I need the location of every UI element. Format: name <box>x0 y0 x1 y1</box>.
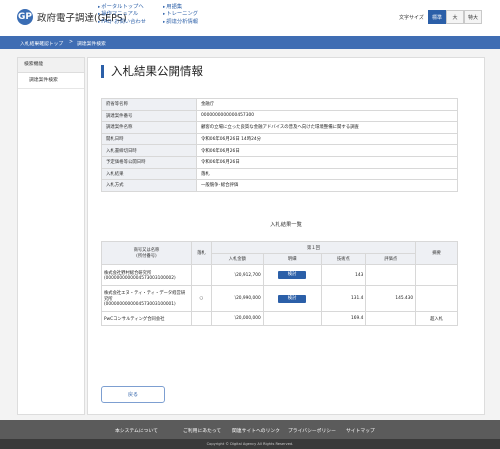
col-score-header: 評価点 <box>365 253 417 265</box>
table-row: 株式会社野村総合研究所 (0000000000004573003100002) \… <box>101 264 458 286</box>
col-amount-header: 入札金額 <box>210 253 264 265</box>
detail-cell: 検討 <box>262 285 322 312</box>
tech-score-cell: 143 <box>320 264 367 286</box>
tech-score-cell: 169.4 <box>320 311 367 326</box>
company-name: 株式会社エヌ・ティ・ティ・データ経営研究所 <box>104 291 186 302</box>
main-content: 入札結果公開情報 府省等名称 金融庁 調達案件番号 0000000000000457… <box>87 57 485 415</box>
note-cell <box>415 285 458 312</box>
info-label: 開札日時 <box>101 132 197 146</box>
footer-terms-link[interactable]: ご利用にあたって <box>183 427 221 434</box>
info-label: 調達案件名称 <box>101 121 197 134</box>
footer-sitemap-link[interactable]: サイトマップ <box>346 427 375 434</box>
round-header: 第１回 <box>210 241 417 254</box>
tech-score-cell: 131.4 <box>320 285 367 312</box>
header-links-primary: ポータルトップへ 操作マニュアル FAQ･お問い合わせ <box>98 4 146 26</box>
company-code: (0000000000004573003100002) <box>104 275 176 281</box>
back-button[interactable]: 戻る <box>101 386 165 403</box>
footer-related-link[interactable]: 関連サイトへのリンク <box>232 427 280 434</box>
col-company-sublabel: (所付番号) <box>136 254 157 259</box>
info-value: 令和06年06月26日 <box>196 155 458 169</box>
breadcrumb: 入札結果確認トップ > 調達案件検索 <box>0 36 500 49</box>
footer-privacy-link[interactable]: プライバシーポリシー <box>288 427 336 434</box>
info-value: 令和06年06月26日 <box>196 144 458 157</box>
detail-cell <box>262 311 322 326</box>
breadcrumb-current: 調達案件検索 <box>77 42 106 47</box>
font-size-standard-button[interactable]: 標準 <box>428 10 446 24</box>
info-value: 令和06年06月26日 14時24分 <box>196 132 458 146</box>
detail-button[interactable]: 検討 <box>278 271 307 279</box>
info-value: 落札 <box>196 167 458 181</box>
case-info-table: 府省等名称 金融庁 調達案件番号 0000000000000457300 調達案件名… <box>101 98 458 192</box>
info-label: 入札結果 <box>101 167 197 181</box>
results-heading: 入札結果一覧 <box>270 222 302 228</box>
eval-score-cell <box>365 311 417 326</box>
col-winner-header: 落札 <box>190 241 212 265</box>
faq-link[interactable]: FAQ･お問い合わせ <box>98 19 146 26</box>
note-cell <box>415 264 458 286</box>
info-row: 調達案件番号 0000000000000457300 <box>101 109 458 123</box>
info-value: 0000000000000457300 <box>196 109 458 123</box>
info-value: 金融庁 <box>196 98 458 111</box>
col-tech-header: 技術点 <box>320 253 367 265</box>
winner-cell: ○ <box>190 285 212 312</box>
geps-logo-icon: GP <box>17 9 33 25</box>
footer-about-link[interactable]: 本システムについて <box>115 427 158 434</box>
copyright: Copyright © Digital Agency All Rights Re… <box>0 439 500 449</box>
info-row: 開札日時 令和06年06月26日 14時24分 <box>101 132 458 146</box>
company-code: (0000000000004573003100001) <box>104 302 176 307</box>
info-row: 入札結果 落札 <box>101 167 458 181</box>
font-size-large-button[interactable]: 大 <box>446 10 464 24</box>
header-links-secondary: 用語集 トレーニング 調達分析情報 <box>163 4 198 26</box>
info-value: 一般競争･総合評価 <box>196 179 458 192</box>
bid-results-table: 商号又は名称 (所付番号) 落札 第１回 摘要 入札金額 明細 技術点 評価点 … <box>101 241 458 326</box>
info-row: 府省等名称 金融庁 <box>101 98 458 111</box>
breadcrumb-separator: > <box>69 40 74 45</box>
info-label: 入札書締切日時 <box>101 144 197 157</box>
info-row: 予定価格等公開日時 令和06年06月26日 <box>101 155 458 169</box>
detail-button[interactable]: 検討 <box>278 294 307 303</box>
sidebar: 検索機能 調達案件検索 <box>17 57 85 415</box>
font-size-xlarge-button[interactable]: 特大 <box>464 10 482 24</box>
table-row: 株式会社エヌ・ティ・ティ・データ経営研究所 (000000000000457300… <box>101 285 458 312</box>
info-row: 入札方式 一般競争･総合評価 <box>101 179 458 192</box>
table-row: PwCコンサルティング合同会社 \20,000,000 169.4 超入札 <box>101 311 458 326</box>
font-size-label: 文字サイズ <box>399 15 424 21</box>
manual-link[interactable]: 操作マニュアル <box>98 11 146 18</box>
info-row: 入札書締切日時 令和06年06月26日 <box>101 144 458 157</box>
footer-nav: 本システムについて ご利用にあたって 関連サイトへのリンク プライバシーポリシー… <box>0 420 500 439</box>
company-name: PwCコンサルティング合同会社 <box>104 316 165 322</box>
eval-score-cell <box>365 264 417 286</box>
note-cell: 超入札 <box>415 311 458 326</box>
winner-cell <box>190 311 212 326</box>
company-cell: 株式会社エヌ・ティ・ティ・データ経営研究所 (000000000000457300… <box>101 285 192 312</box>
company-cell: PwCコンサルティング合同会社 <box>101 311 192 326</box>
info-row: 調達案件名称 顧客の立場に立った良質な金融アドバイスの普及へ向けた環境整備に関する… <box>101 121 458 134</box>
sidebar-item-search[interactable]: 調達案件検索 <box>18 73 84 89</box>
detail-cell: 検討 <box>262 264 322 286</box>
eval-score-cell: 145.430 <box>365 285 417 312</box>
company-cell: 株式会社野村総合研究所 (0000000000004573003100002) <box>101 264 192 286</box>
info-label: 府省等名称 <box>101 98 197 111</box>
site-header: GP 政府電子調達(GEPS) ポータルトップへ 操作マニュアル FAQ･お問い… <box>0 0 500 36</box>
winner-cell <box>190 264 212 286</box>
training-link[interactable]: トレーニング <box>163 11 198 18</box>
page-title: 入札結果公開情報 <box>101 65 203 78</box>
info-label: 入札方式 <box>101 179 197 192</box>
col-note-header: 摘要 <box>415 241 458 265</box>
breadcrumb-top-link[interactable]: 入札結果確認トップ <box>20 40 63 47</box>
sidebar-heading: 検索機能 <box>18 58 84 73</box>
info-value: 顧客の立場に立った良質な金融アドバイスの普及へ向けた環境整備に関する調査 <box>196 121 458 134</box>
amount-cell: \20,912,700 <box>210 264 264 286</box>
amount-cell: \20,000,000 <box>210 311 264 326</box>
amount-cell: \20,990,000 <box>210 285 264 312</box>
info-label: 調達案件番号 <box>101 109 197 123</box>
info-label: 予定価格等公開日時 <box>101 155 197 169</box>
col-detail-header: 明細 <box>262 253 322 265</box>
analysis-link[interactable]: 調達分析情報 <box>163 19 198 26</box>
col-company-header: 商号又は名称 (所付番号) <box>101 241 192 265</box>
